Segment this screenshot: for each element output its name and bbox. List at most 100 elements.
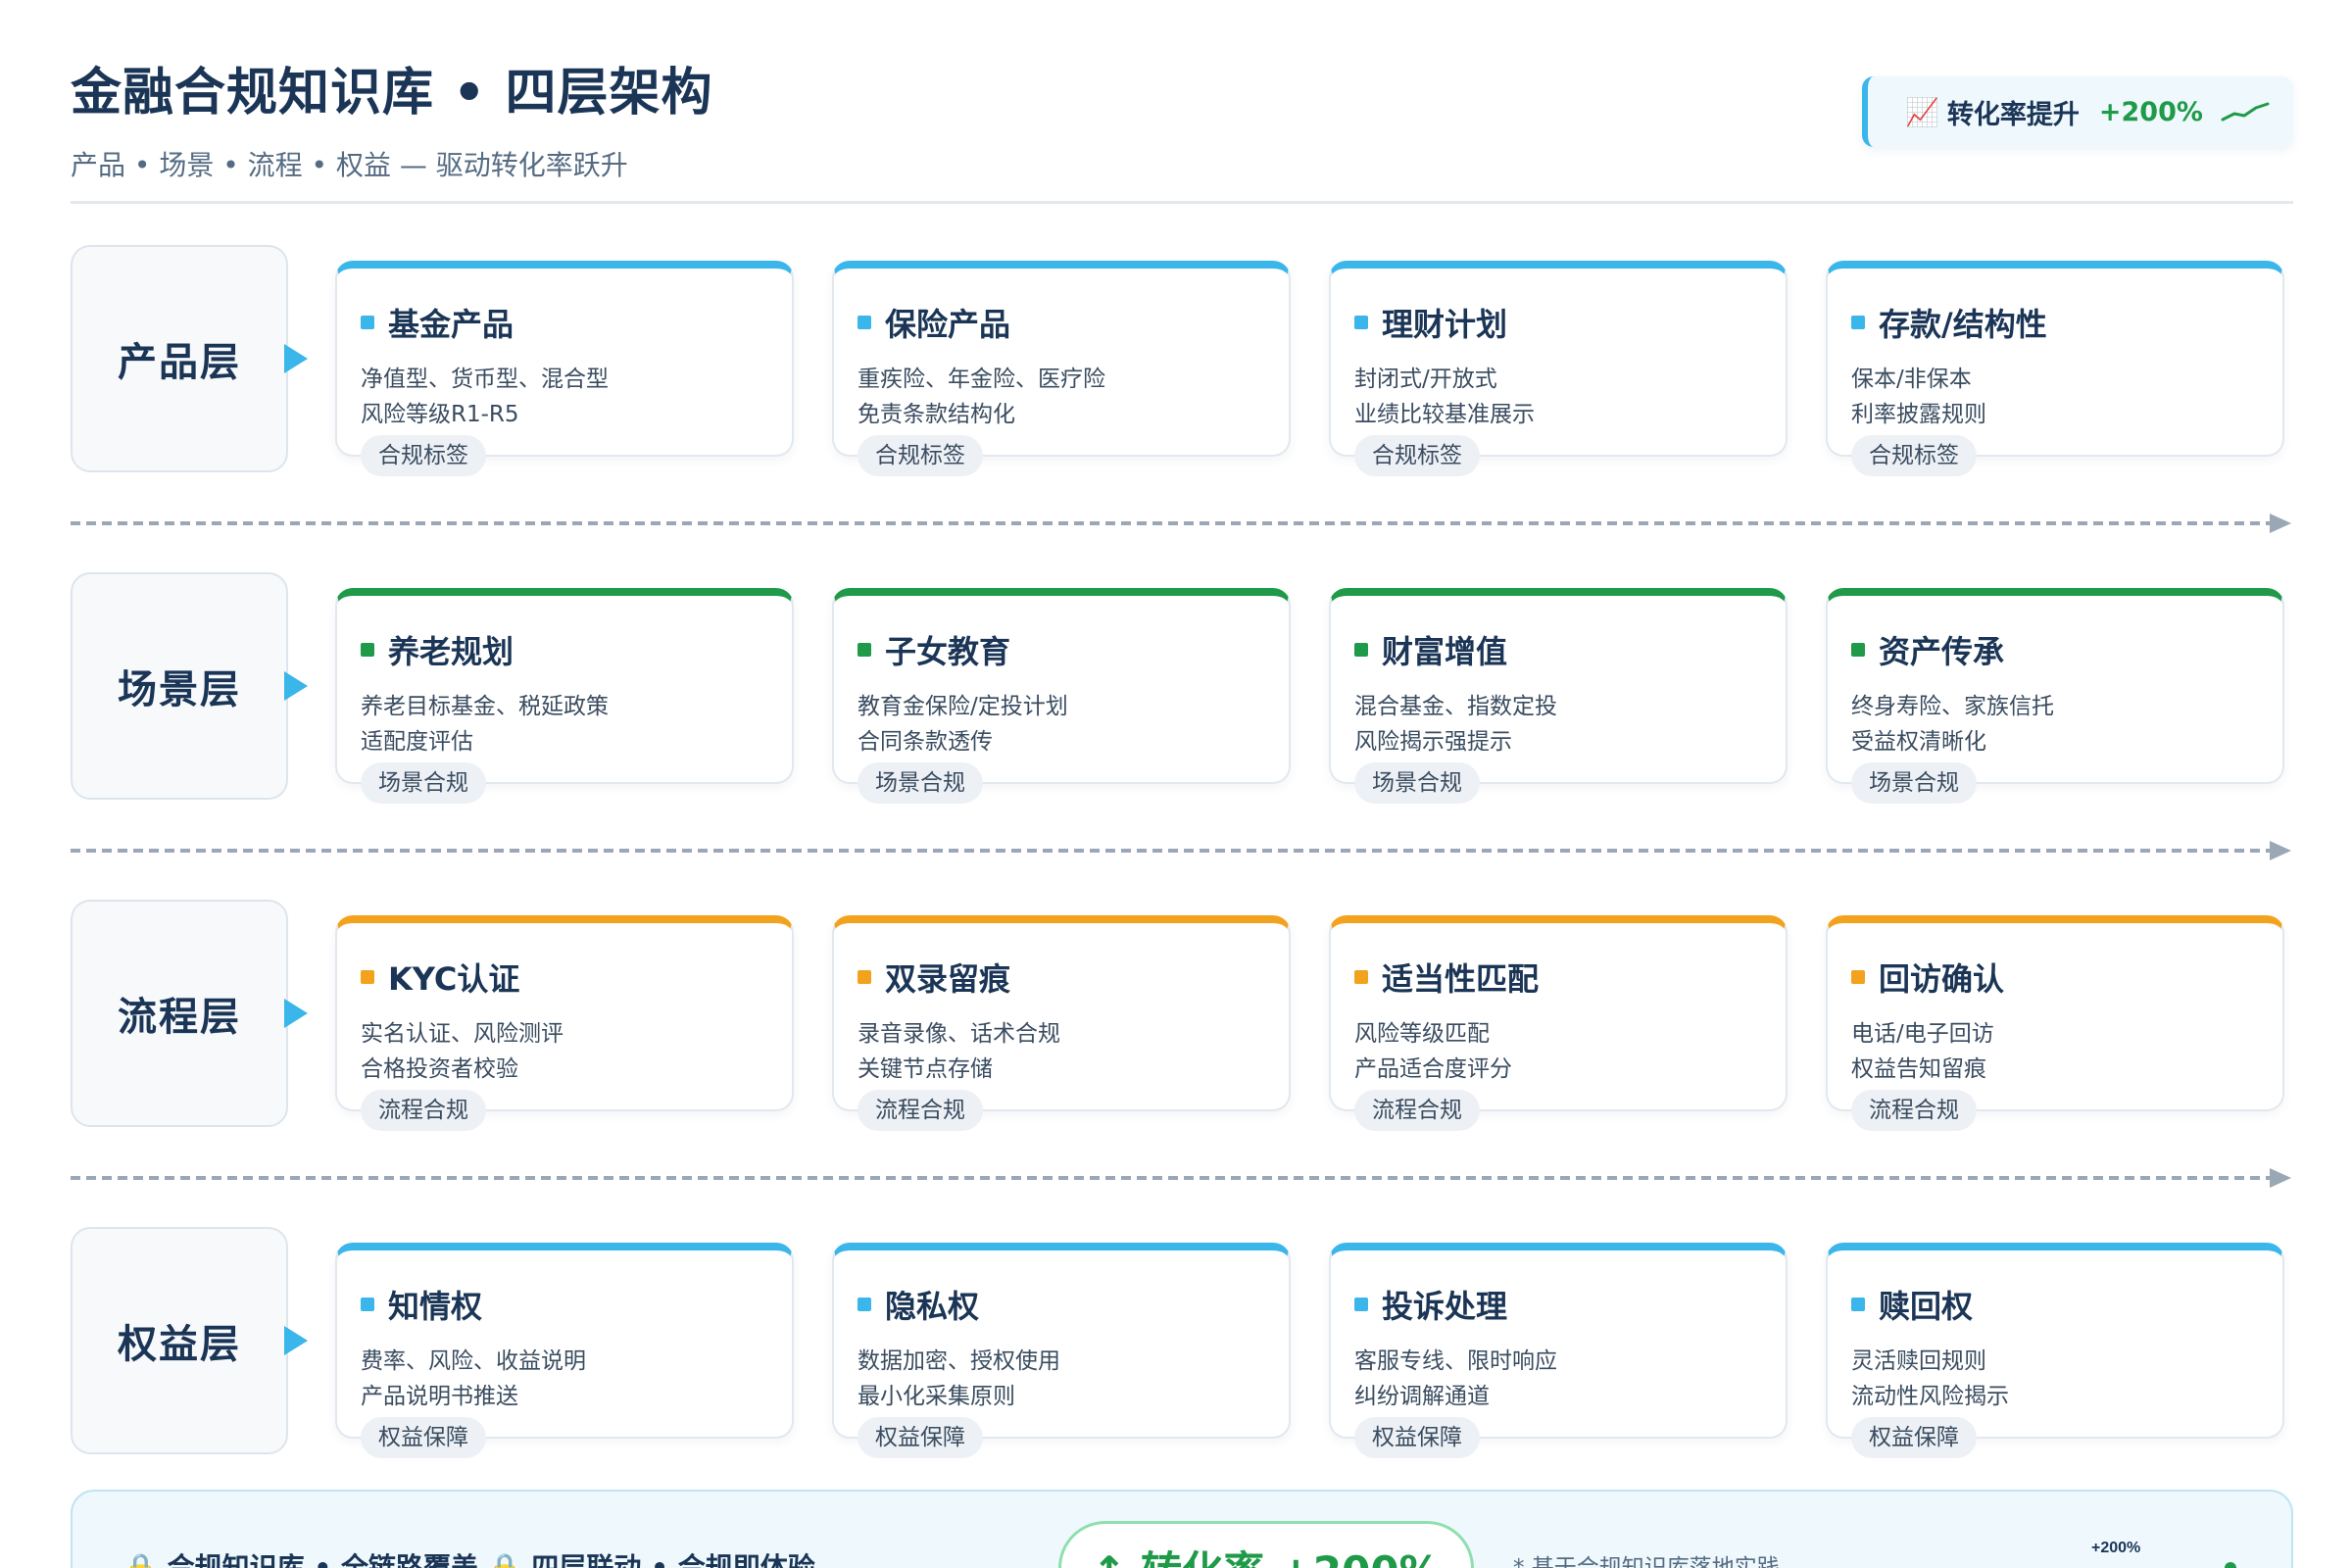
card-tag: 合规标签 — [361, 435, 486, 476]
card-desc: 混合基金、指数定投 — [1354, 694, 1557, 719]
bullet-square-icon — [361, 316, 374, 329]
card-title: 资产传承 — [1851, 627, 2004, 672]
layer-rights: 权益层 知情权 费率、风险、收益说明 产品说明书推送 权益保障 隐私权 数据加密… — [71, 1227, 2293, 1458]
bullet-square-icon — [858, 643, 871, 657]
layer-label: 产品层 — [71, 245, 288, 472]
trend-chart-label: +200% — [2091, 1540, 2140, 1556]
layer-scenario: 场景层 养老规划 养老目标基金、税延政策 适配度评估 场景合规 子女教育 教育金… — [71, 572, 2293, 804]
page-subtitle: 产品 • 场景 • 流程 • 权益 — 驱动转化率跃升 — [71, 149, 628, 181]
footer-note: * 基于合规知识库落地实践 — [1513, 1555, 1780, 1568]
card-desc: 保本/非保本 — [1851, 367, 1972, 392]
card-desc: 产品适合度评分 — [1354, 1056, 1512, 1082]
layer-card[interactable]: 存款/结构性 保本/非保本 利率披露规则 合规标签 — [1826, 261, 2284, 476]
card-tag: 合规标签 — [1851, 435, 1977, 476]
card-desc: 录音录像、话术合规 — [858, 1021, 1060, 1047]
card-title: 存款/结构性 — [1851, 300, 2047, 345]
card-desc: 实名认证、风险测评 — [361, 1021, 564, 1047]
card-desc: 纠纷调解通道 — [1354, 1384, 1490, 1409]
card-desc: 封闭式/开放式 — [1354, 367, 1497, 392]
bullet-square-icon — [1851, 316, 1865, 329]
card-desc: 关键节点存储 — [858, 1056, 993, 1082]
card-title: 适当性匹配 — [1354, 955, 1539, 1000]
conversion-pill: ↑ 转化率 +200% — [1058, 1521, 1474, 1568]
card-desc: 利率披露规则 — [1851, 402, 1986, 427]
card-title: 保险产品 — [858, 300, 1010, 345]
arrow-right-icon — [284, 999, 308, 1028]
bullet-square-icon — [1354, 643, 1368, 657]
card-tag: 合规标签 — [1354, 435, 1480, 476]
arrow-right-icon — [284, 671, 308, 701]
card-desc: 业绩比较基准展示 — [1354, 402, 1535, 427]
card-title: 理财计划 — [1354, 300, 1507, 345]
layer-card[interactable]: 双录留痕 录音录像、话术合规 关键节点存储 流程合规 — [832, 915, 1291, 1131]
layer-label: 流程层 — [71, 900, 288, 1127]
trend-point — [2225, 1562, 2236, 1568]
bullet-square-icon — [858, 316, 871, 329]
bullet-square-icon — [361, 643, 374, 657]
card-desc: 免责条款结构化 — [858, 402, 1015, 427]
card-desc: 流动性风险揭示 — [1851, 1384, 2009, 1409]
card-tag: 合规标签 — [858, 435, 983, 476]
badge-label: 转化率提升 — [1946, 99, 2080, 130]
bullet-square-icon — [1354, 970, 1368, 984]
layer-card[interactable]: 财富增值 混合基金、指数定投 风险揭示强提示 场景合规 — [1329, 588, 1788, 804]
layer-label: 场景层 — [71, 572, 288, 800]
layer-card[interactable]: 资产传承 终身寿险、家族信托 受益权清晰化 场景合规 — [1826, 588, 2284, 804]
bullet-square-icon — [1354, 316, 1368, 329]
card-desc: 产品说明书推送 — [361, 1384, 518, 1409]
footer-summary: 🔒 合规知识库 • 全链路覆盖 🔒 四层联动 • 合规即体验 — [123, 1551, 815, 1568]
card-tag: 流程合规 — [361, 1090, 486, 1131]
layer-card[interactable]: KYC认证 实名认证、风险测评 合格投资者校验 流程合规 — [335, 915, 794, 1131]
card-desc: 最小化采集原则 — [858, 1384, 1015, 1409]
card-desc: 灵活赎回规则 — [1851, 1348, 1986, 1374]
bullet-square-icon — [361, 1298, 374, 1311]
layer-card[interactable]: 理财计划 封闭式/开放式 业绩比较基准展示 合规标签 — [1329, 261, 1788, 476]
card-title: 养老规划 — [361, 627, 514, 672]
layer-card[interactable]: 养老规划 养老目标基金、税延政策 适配度评估 场景合规 — [335, 588, 794, 804]
conversion-badge: 📈 转化率提升 +200% — [1862, 76, 2293, 147]
layer-product: 产品层 基金产品 净值型、货币型、混合型 风险等级R1-R5 合规标签 保险产品… — [71, 245, 2293, 476]
card-title: 投诉处理 — [1354, 1282, 1507, 1327]
layer-card[interactable]: 知情权 费率、风险、收益说明 产品说明书推送 权益保障 — [335, 1243, 794, 1458]
flow-divider — [71, 1168, 2291, 1188]
card-tag: 场景合规 — [1851, 762, 1977, 804]
card-tag: 权益保障 — [1851, 1417, 1977, 1458]
card-desc: 净值型、货币型、混合型 — [361, 367, 609, 392]
bullet-square-icon — [858, 1298, 871, 1311]
card-tag: 场景合规 — [361, 762, 486, 804]
header: 金融合规知识库 • 四层架构 产品 • 场景 • 流程 • 权益 — 驱动转化率… — [71, 51, 2293, 204]
trend-line-icon — [2221, 102, 2270, 122]
card-desc: 合格投资者校验 — [361, 1056, 518, 1082]
bullet-square-icon — [1354, 1298, 1368, 1311]
card-tag: 流程合规 — [1354, 1090, 1480, 1131]
chart-up-icon: 📈 — [1905, 95, 1939, 128]
card-desc: 权益告知留痕 — [1851, 1056, 1986, 1082]
card-desc: 教育金保险/定投计划 — [858, 694, 1068, 719]
card-desc: 数据加密、授权使用 — [858, 1348, 1060, 1374]
badge-value: +200% — [2098, 96, 2203, 127]
layer-card[interactable]: 赎回权 灵活赎回规则 流动性风险揭示 权益保障 — [1826, 1243, 2284, 1458]
card-tag: 流程合规 — [858, 1090, 983, 1131]
layer-card[interactable]: 保险产品 重疾险、年金险、医疗险 免责条款结构化 合规标签 — [832, 261, 1291, 476]
card-desc: 重疾险、年金险、医疗险 — [858, 367, 1105, 392]
card-title: 双录留痕 — [858, 955, 1010, 1000]
card-title: 财富增值 — [1354, 627, 1507, 672]
card-desc: 适配度评估 — [361, 729, 473, 755]
layer-label: 权益层 — [71, 1227, 288, 1454]
bullet-square-icon — [858, 970, 871, 984]
bullet-square-icon — [1851, 1298, 1865, 1311]
layer-card[interactable]: 隐私权 数据加密、授权使用 最小化采集原则 权益保障 — [832, 1243, 1291, 1458]
card-title: KYC认证 — [361, 955, 519, 1000]
layer-card[interactable]: 投诉处理 客服专线、限时响应 纠纷调解通道 权益保障 — [1329, 1243, 1788, 1458]
card-title: 子女教育 — [858, 627, 1010, 672]
card-desc: 终身寿险、家族信托 — [1851, 694, 2054, 719]
card-tag: 权益保障 — [361, 1417, 486, 1458]
layer-card[interactable]: 适当性匹配 风险等级匹配 产品适合度评分 流程合规 — [1329, 915, 1788, 1131]
flow-divider — [71, 841, 2291, 860]
bullet-square-icon — [1851, 643, 1865, 657]
layer-process: 流程层 KYC认证 实名认证、风险测评 合格投资者校验 流程合规 双录留痕 录音… — [71, 900, 2293, 1131]
layer-card[interactable]: 子女教育 教育金保险/定投计划 合同条款透传 场景合规 — [832, 588, 1291, 804]
layer-card[interactable]: 回访确认 电话/电子回访 权益告知留痕 流程合规 — [1826, 915, 2284, 1131]
layer-card[interactable]: 基金产品 净值型、货币型、混合型 风险等级R1-R5 合规标签 — [335, 261, 794, 476]
card-tag: 权益保障 — [858, 1417, 983, 1458]
